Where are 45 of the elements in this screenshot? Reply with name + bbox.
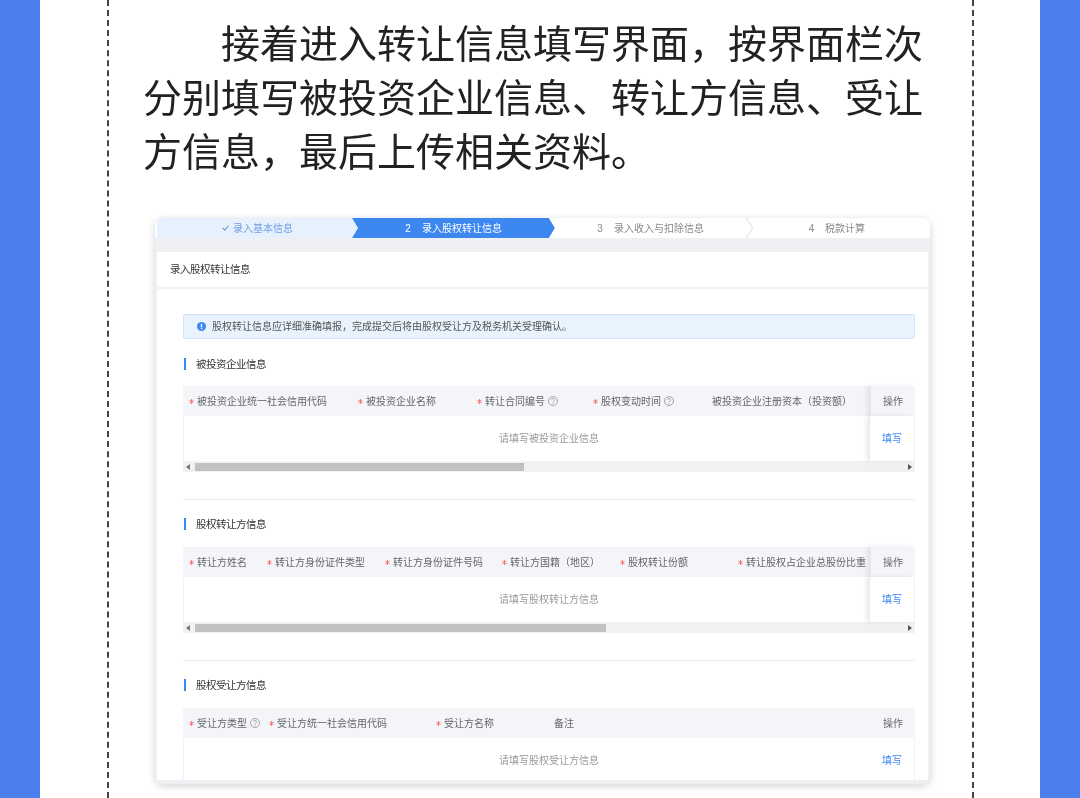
section-title: 被投资企业信息: [184, 358, 266, 370]
scrollbar[interactable]: [183, 622, 915, 633]
column-header: 股权变动时间: [601, 394, 661, 409]
empty-table-message: 请填写股权转让方信息: [499, 592, 599, 607]
column-header: 被投资企业统一社会信用代码: [197, 394, 327, 409]
column-header: 被投资企业名称: [366, 394, 436, 409]
scrollbar[interactable]: [183, 461, 915, 472]
column-header: 转让方身份证件号码: [393, 555, 483, 570]
empty-table-message: 请填写股权受让方信息: [499, 753, 599, 768]
alert-text: 股权转让信息应详细准确填报，完成提交后将由股权受让方及税务机关受理确认。: [212, 319, 572, 334]
right-arrow-icon: [908, 624, 912, 631]
column-header: 操作: [883, 394, 903, 409]
column-header: 操作: [883, 555, 903, 570]
chevron-icon: [746, 218, 753, 238]
column-header: 转让方姓名: [197, 555, 247, 570]
left-arrow-icon: [186, 463, 190, 470]
panel-title: 录入股权转让信息: [170, 261, 250, 277]
section-title: 股权受让方信息: [184, 679, 266, 691]
fill-link[interactable]: 填写: [882, 592, 902, 607]
column-header: 受让方类型: [197, 716, 247, 731]
column-header: 转让方身份证件类型: [275, 555, 365, 570]
right-arrow-icon: [908, 463, 912, 470]
column-header: 转让合同编号: [485, 394, 545, 409]
empty-table-message: 请填写被投资企业信息: [499, 431, 599, 446]
column-header: 被投资企业注册资本（投资额）: [712, 394, 852, 409]
scrollbar-thumb[interactable]: [195, 462, 524, 471]
check-icon: [222, 225, 229, 231]
step-label: 录入基本信息: [233, 221, 293, 236]
column-header: 转让股权占企业总股份比重: [746, 555, 866, 570]
column-header: 备注: [554, 716, 574, 731]
section-title: 股权转让方信息: [184, 518, 266, 530]
column-header: 操作: [882, 716, 903, 731]
column-header: 受让方统一社会信用代码: [277, 716, 387, 731]
left-arrow-icon: [186, 624, 190, 631]
step-label: 4 税款计算: [808, 221, 866, 236]
fill-link[interactable]: 填写: [882, 431, 902, 446]
column-header: 受让方名称: [444, 716, 494, 731]
column-header: 转让方国籍（地区）: [510, 555, 600, 570]
info-icon: [197, 322, 206, 331]
column-header: 股权转让份额: [628, 555, 688, 570]
scrollbar-thumb[interactable]: [195, 623, 606, 632]
step-label: 3 录入收入与扣除信息: [597, 221, 704, 236]
fill-link[interactable]: 填写: [881, 753, 902, 768]
step-label: 2 录入股权转让信息: [405, 221, 502, 236]
intro-paragraph: 接着进入转让信息填写界面，按界面栏次分别填写被投资企业信息、转让方信息、受让方信息，最后上传相关资料。: [143, 22, 924, 176]
